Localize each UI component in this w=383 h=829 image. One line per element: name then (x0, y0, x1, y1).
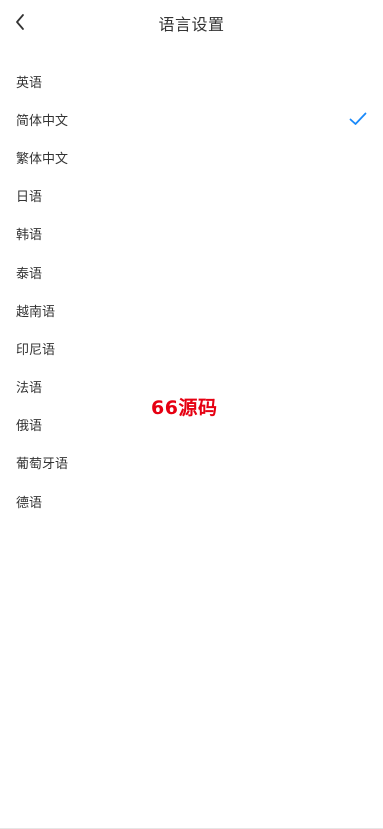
nav-bar: 语言设置 (0, 0, 383, 46)
page-title: 语言设置 (158, 15, 225, 34)
language-label: 日语 (16, 190, 43, 206)
language-label: 越南语 (16, 304, 56, 320)
language-label: 葡萄牙语 (16, 457, 69, 473)
language-label: 泰语 (16, 266, 43, 282)
language-label: 德语 (16, 495, 43, 511)
language-label: 繁体中文 (16, 151, 69, 167)
language-option-indonesian[interactable]: 印尼语 (0, 329, 383, 367)
language-option-traditional-chinese[interactable]: 繁体中文 (0, 138, 383, 176)
language-list: 英语 简体中文 繁体中文 日语 韩语 泰语 越南语 印尼语 法语 俄语 葡萄牙语… (0, 62, 383, 520)
language-option-japanese[interactable]: 日语 (0, 177, 383, 215)
language-label: 简体中文 (16, 113, 69, 129)
language-option-korean[interactable]: 韩语 (0, 215, 383, 253)
language-label: 英语 (16, 75, 43, 91)
language-option-simplified-chinese[interactable]: 简体中文 (0, 100, 383, 138)
language-option-vietnamese[interactable]: 越南语 (0, 291, 383, 329)
watermark-text: 66源码 (151, 397, 218, 419)
checkmark-icon (349, 112, 367, 126)
language-label: 韩语 (16, 228, 43, 244)
language-option-portuguese[interactable]: 葡萄牙语 (0, 444, 383, 482)
language-option-english[interactable]: 英语 (0, 62, 383, 100)
language-label: 法语 (16, 381, 43, 397)
language-option-german[interactable]: 德语 (0, 482, 383, 520)
language-label: 印尼语 (16, 342, 56, 358)
language-option-thai[interactable]: 泰语 (0, 253, 383, 291)
language-label: 俄语 (16, 419, 43, 435)
